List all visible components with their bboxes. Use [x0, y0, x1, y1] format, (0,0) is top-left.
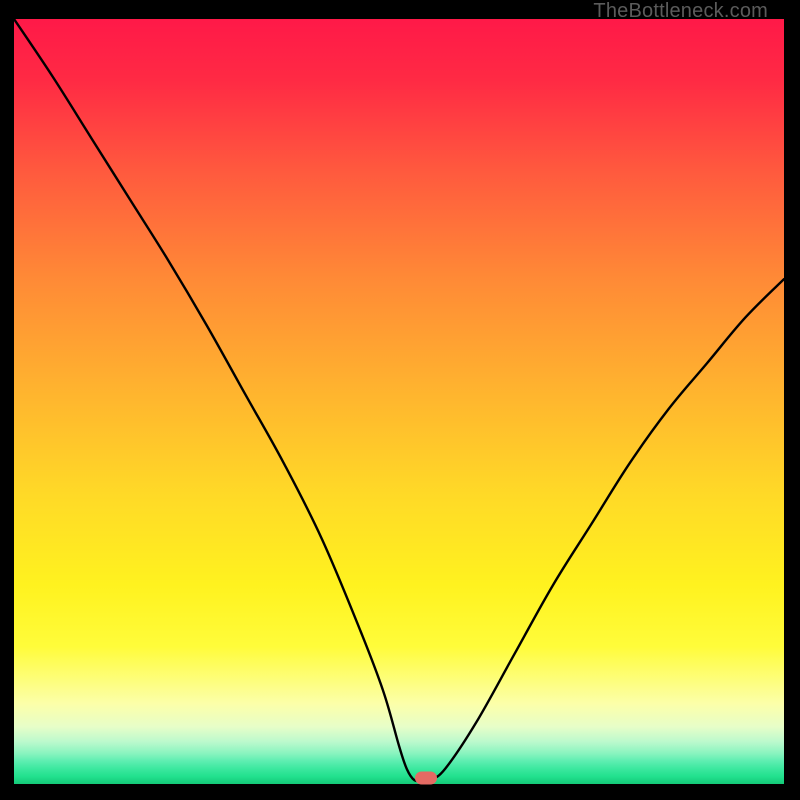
curve-svg	[14, 19, 784, 784]
optimum-marker	[415, 771, 437, 784]
chart-frame: TheBottleneck.com	[14, 0, 784, 784]
bottleneck-curve-path	[14, 19, 784, 781]
plot-area	[14, 19, 784, 784]
